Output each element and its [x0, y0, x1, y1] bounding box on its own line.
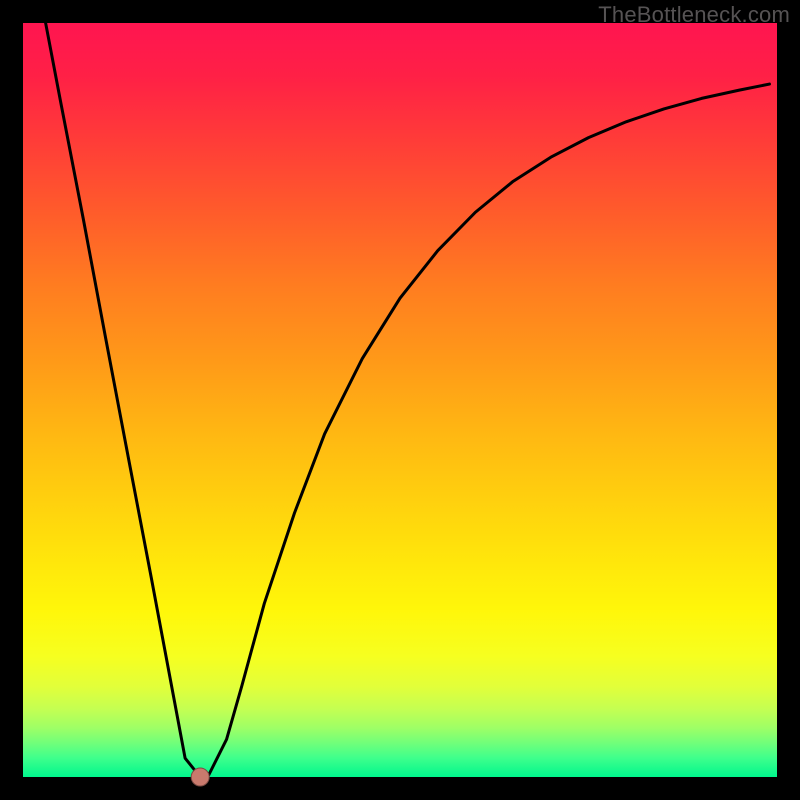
- attribution-label: TheBottleneck.com: [598, 2, 790, 28]
- chart-svg: [0, 0, 800, 800]
- minimum-marker: [191, 768, 209, 786]
- plot-area: [23, 23, 777, 777]
- chart-container: TheBottleneck.com: [0, 0, 800, 800]
